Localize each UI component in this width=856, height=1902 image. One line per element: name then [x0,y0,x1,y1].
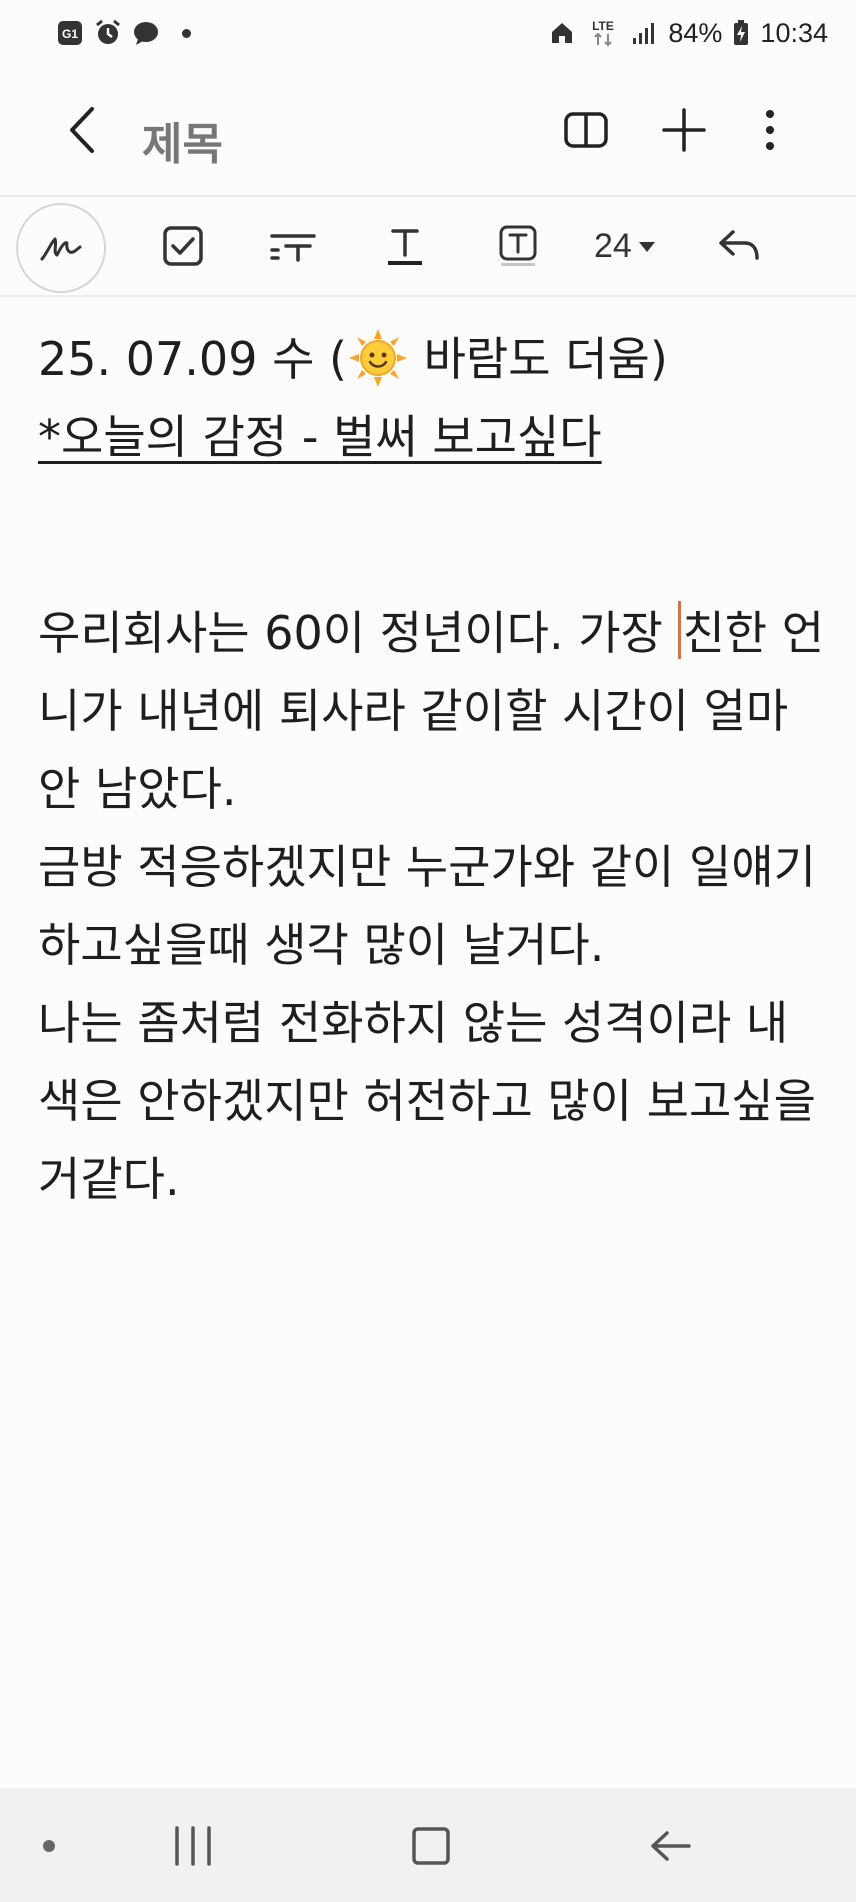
status-bar: G1 LTE 84% 10:34 [0,0,856,66]
svg-text:G1: G1 [62,27,78,41]
home-square-icon [412,1827,450,1865]
app-notification-icon: G1 [56,19,84,47]
undo-icon [719,230,759,260]
text-format-button[interactable] [372,213,438,279]
font-size-value: 24 [594,227,632,265]
nav-back-button[interactable] [636,1816,706,1876]
note-line-date: 25. 07.09 수 ( 바람도 더움) [38,320,828,398]
undo-button[interactable] [706,213,772,279]
text-highlight-button[interactable] [485,213,551,279]
recent-apps-icon [175,1826,211,1866]
home-button[interactable] [396,1816,466,1876]
status-bar-right: LTE 84% 10:34 [548,18,828,49]
insert-button[interactable] [654,100,714,160]
alarm-icon [94,19,122,47]
battery-percent: 84% [668,17,723,48]
note-line-emotion: *오늘의 감정 - 벌써 보고싶다 [38,410,602,464]
note-line: 우리회사는 60이 정년이다. 가장 친한 언 [38,594,828,672]
note-line: 하고싶을때 생각 많이 날거다. [38,918,605,972]
checkbox-icon [163,226,203,266]
svg-text:LTE: LTE [592,19,614,33]
editor-toolbar: 24 [0,197,856,295]
text-box-icon [499,225,537,266]
system-navigation-bar [0,1788,856,1902]
signal-strength-icon [630,19,658,47]
pen-drawing-icon [40,237,82,261]
note-line: 색은 안하겠지만 허전하고 많이 보고싶을 [38,1074,816,1128]
more-notifications-dot-icon [182,28,191,38]
checkbox-button[interactable] [150,213,216,279]
plus-icon [662,108,706,152]
back-button[interactable] [52,100,112,160]
arrow-left-icon [651,1831,691,1861]
nav-dot-button[interactable] [14,1816,84,1876]
note-line: 니가 내년에 퇴사라 같이할 시간이 얼마 [38,684,789,738]
chevron-left-icon [70,107,94,153]
note-title-field[interactable]: 제목 [142,108,223,172]
handwriting-button[interactable] [16,203,106,293]
sun-emoji-icon [348,329,407,387]
clock-time: 10:34 [760,17,828,48]
status-bar-left: G1 [56,19,191,47]
text-underline-icon [388,229,422,265]
dot-icon [43,1840,55,1852]
reading-mode-button[interactable] [556,100,616,160]
dropdown-arrow-icon [638,241,655,252]
note-body-editor[interactable]: 25. 07.09 수 ( 바람도 더움) *오늘의 감정 - 벌써 보고싶다 … [38,320,828,1218]
open-book-icon [564,112,608,148]
note-line: 안 남았다. [38,762,237,816]
recent-apps-button[interactable] [158,1816,228,1876]
chat-bubble-icon [132,19,160,47]
lte-icon: LTE [586,19,620,47]
toolbar-divider [0,295,856,297]
note-line: 금방 적응하겠지만 누군가와 같이 일얘기 [38,840,816,894]
home-network-icon [548,19,576,47]
title-bar: 제목 [0,66,856,196]
note-line: 거같다. [38,1152,180,1206]
note-line: 나는 좀처럼 전화하지 않는 성격이라 내 [38,996,789,1050]
more-options-button[interactable] [740,100,800,160]
text-style-icon [270,234,316,262]
font-size-dropdown[interactable]: 24 [594,227,656,266]
more-vertical-icon [766,110,774,150]
paragraph-style-button[interactable] [260,213,326,279]
battery-charging-icon [732,19,750,47]
